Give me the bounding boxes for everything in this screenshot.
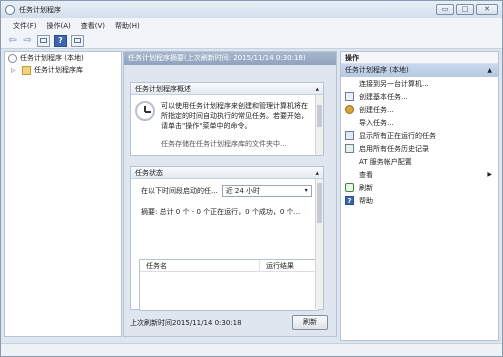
running-tasks-icon [345,131,354,140]
toolbar: ⇦ ⇨ ? [1,33,502,49]
overview-section: 任务计划程序概述 ▴ 可以使用任务计划程序来创建和管理计算机将在所指定的时间自动… [130,82,324,156]
console-tree: 任务计划程序 (本地) ▷ 任务计划程序库 [4,51,122,337]
blank-icon [345,157,354,166]
help-button[interactable]: ? [54,34,67,47]
back-arrow-icon[interactable]: ⇦ [7,35,18,46]
column-run-result[interactable]: 运行结果 [260,260,310,271]
menu-bar: 文件(F) 操作(A) 查看(V) 帮助(H) [1,18,502,33]
action-enable-history[interactable]: 启用所有任务历史记录 [341,142,498,155]
help-icon: ? [345,196,354,205]
blank-icon [345,79,354,88]
action-import-task[interactable]: 导入任务... [341,116,498,129]
overview-section-header[interactable]: 任务计划程序概述 ▴ [131,83,323,95]
task-status-grid[interactable]: 任务名 运行结果 [139,259,319,311]
action-label: AT 服务帐户配置 [359,157,412,166]
task-scheduler-clock-icon [135,101,155,121]
overview-title: 任务计划程序概述 [135,85,191,93]
task-status-section-header[interactable]: 任务状态 ▴ [131,167,323,179]
overview-scrollbar[interactable] [315,95,323,155]
tree-item-task-scheduler-local[interactable]: 任务计划程序 (本地) [5,52,121,64]
action-show-running-tasks[interactable]: 显示所有正在运行的任务 [341,129,498,142]
folder-icon [22,65,31,75]
task-status-title: 任务状态 [135,169,163,177]
show-hide-console-tree-button[interactable] [37,34,50,47]
action-label: 刷新 [359,183,373,192]
main-window: 任务计划程序 ▭ □ ✕ 文件(F) 操作(A) 查看(V) 帮助(H) ⇦ ⇨… [0,0,503,357]
time-filter-label: 在以下时间段启动的任... [141,187,218,195]
menu-view[interactable]: 查看(V) [81,21,105,31]
tree-item-task-scheduler-library[interactable]: ▷ 任务计划程序库 [5,64,121,76]
expand-triangle-icon[interactable]: ▷ [11,67,19,74]
task-status-body: 在以下时间段启动的任... 近 24 小时 ▾ 摘要: 总计 0 个 - 0 个… [131,179,323,311]
close-button[interactable]: ✕ [476,4,498,15]
action-label: 导入任务... [359,118,394,127]
time-filter-row: 在以下时间段启动的任... 近 24 小时 ▾ [141,185,319,197]
last-refresh-text: 上次刷新时间2015/11/14 0:30:18 [130,319,242,327]
action-label: 帮助 [359,196,373,205]
summary-header: 任务计划程序摘要(上次刷新时间: 2015/11/14 0:30:18) [124,52,336,65]
menu-help[interactable]: 帮助(H) [115,21,140,31]
action-label: 创建任务... [359,105,394,114]
action-label: 查看 [359,170,373,179]
collapse-icon[interactable]: ▴ [315,83,319,95]
clock-icon [8,53,17,63]
grid-header: 任务名 运行结果 [140,260,318,272]
status-scrollbar[interactable] [315,179,323,309]
tree-item-label: 任务计划程序 (本地) [20,54,84,62]
minimize-button[interactable]: ▭ [436,4,454,15]
collapse-caret-icon[interactable]: ▲ [487,64,492,77]
action-label: 启用所有任务历史记录 [359,144,429,153]
action-connect-computer[interactable]: 连接到另一台计算机... [341,77,498,90]
blank-icon [345,118,354,127]
submenu-arrow-icon: ▶ [487,171,492,178]
status-bar [1,343,502,356]
chevron-down-icon: ▾ [304,187,308,194]
column-task-name[interactable]: 任务名 [140,260,260,271]
refresh-button[interactable]: 刷新 [292,315,328,330]
actions-group-header[interactable]: 任务计划程序 (本地) ▲ [341,64,498,77]
action-label: 显示所有正在运行的任务 [359,131,436,140]
action-refresh[interactable]: 刷新 [341,181,498,194]
show-hide-action-pane-button[interactable] [71,34,84,47]
actions-header: 操作 [341,52,498,64]
action-pane-icon [74,38,81,43]
scrollbar-thumb[interactable] [317,183,322,223]
history-icon [345,144,354,153]
menu-file[interactable]: 文件(F) [13,21,37,31]
window-title: 任务计划程序 [19,5,61,14]
window-controls: ▭ □ ✕ [436,4,498,15]
menu-action[interactable]: 操作(A) [47,21,71,31]
overview-more-text: 任务存储在任务计划程序库的文件夹中... [161,140,287,148]
time-filter-value: 近 24 小时 [225,187,261,195]
action-at-service-config[interactable]: AT 服务帐户配置 [341,155,498,168]
summary-pane: 任务计划程序摘要(上次刷新时间: 2015/11/14 0:30:18) 任务计… [123,51,337,337]
action-label: 连接到另一台计算机... [359,79,429,88]
gear-icon [345,105,354,114]
forward-arrow-icon[interactable]: ⇨ [22,35,33,46]
collapse-icon[interactable]: ▴ [315,167,319,179]
action-help[interactable]: ? 帮助 [341,194,498,207]
status-summary: 摘要: 总计 0 个 - 0 个正在运行，0 个成功，0 个... [141,208,301,216]
actions-group-label: 任务计划程序 (本地) [345,66,409,74]
title-bar: 任务计划程序 ▭ □ ✕ [1,1,502,18]
actions-pane: 操作 任务计划程序 (本地) ▲ 连接到另一台计算机... 创建基本任务... … [340,51,499,341]
task-scheduler-app-icon [5,4,15,15]
refresh-icon [345,183,354,192]
tree-item-label: 任务计划程序库 [34,66,83,74]
task-icon [345,92,354,101]
console-tree-icon [40,38,47,43]
action-create-task[interactable]: 创建任务... [341,103,498,116]
blank-icon [345,170,354,179]
action-view[interactable]: 查看 ▶ [341,168,498,181]
action-label: 创建基本任务... [359,92,408,101]
maximize-button[interactable]: □ [456,4,474,15]
action-create-basic-task[interactable]: 创建基本任务... [341,90,498,103]
time-filter-select[interactable]: 近 24 小时 ▾ [221,185,312,197]
task-status-section: 任务状态 ▴ 在以下时间段启动的任... 近 24 小时 ▾ 摘要: 总计 0 … [130,166,324,311]
scrollbar-thumb[interactable] [317,105,322,127]
summary-footer: 上次刷新时间2015/11/14 0:30:18 刷新 [130,314,330,332]
